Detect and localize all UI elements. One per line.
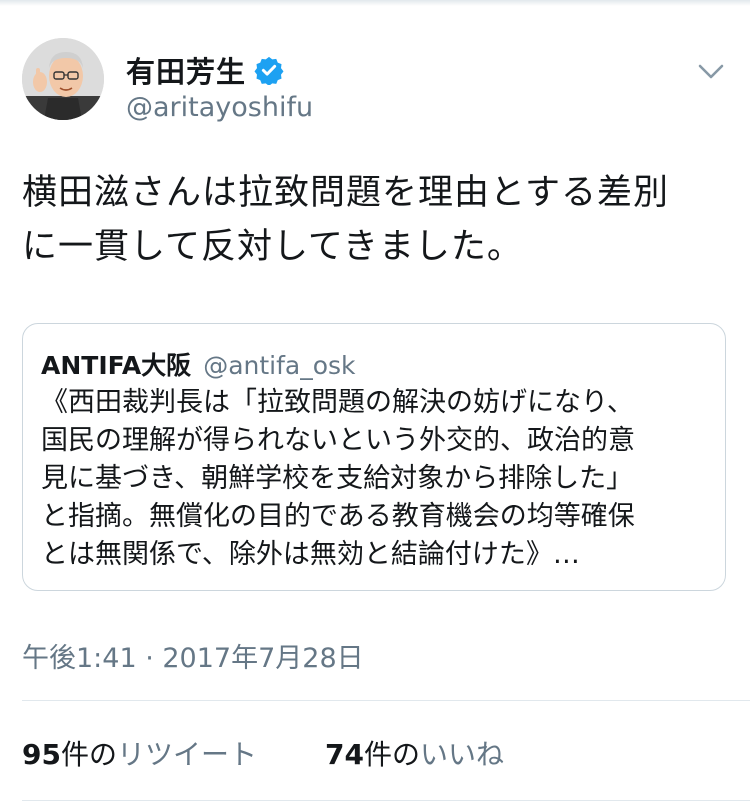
retweet-count-unit: 件の [60,738,117,771]
divider [22,800,750,801]
tweet-timestamp[interactable]: 午後1:41 · 2017年7月28日 [22,636,364,675]
like-count-unit: 件の [363,738,420,771]
quoted-text-line: 見に基づき、朝鮮学校を支給対象から排除した」 [41,463,634,494]
quoted-display-name: ANTIFA大阪 [41,351,192,380]
tweet-text-line: 横田滋さんは拉致問題を理由とする差別 [22,173,669,213]
quoted-text-line: とは無関係で、除外は無効と結論付けた》… [41,539,580,570]
divider [22,700,750,701]
quoted-tweet-text: 《西田裁判長は「拉致問題の解決の妨げになり、 国民の理解が得られないという外交的… [41,384,713,574]
like-count[interactable]: 74 件の いいね [325,733,504,773]
avatar[interactable] [22,38,104,120]
tweet-header: 有田芳生 @aritayoshifu [22,38,728,138]
tweet-text-line: に一貫して反対してきました。 [22,227,523,267]
top-separator [0,0,750,6]
quoted-text-line: と指摘。無償化の目的である教育機会の均等確保 [41,501,635,532]
chevron-down-icon[interactable] [696,56,726,86]
quoted-tweet-card[interactable]: ANTIFA大阪 @antifa_osk 《西田裁判長は「拉致問題の解決の妨げに… [22,323,726,591]
verified-badge-icon [254,56,284,85]
display-name[interactable]: 有田芳生 [126,49,246,91]
user-handle[interactable]: @aritayoshifu [126,92,313,123]
engagement-stats: 95 件の リツイート 74 件の いいね [22,733,572,773]
quoted-text-line: 国民の理解が得られないという外交的、政治的意 [41,425,635,456]
quoted-text-line: 《西田裁判長は「拉致問題の解決の妨げになり、 [41,387,634,418]
quoted-handle: @antifa_osk [203,351,356,380]
quoted-tweet-header: ANTIFA大阪 @antifa_osk [41,346,356,382]
like-label: いいね [419,738,504,771]
name-row: 有田芳生 [126,50,284,90]
retweet-count[interactable]: 95 件の リツイート [22,733,257,773]
retweet-count-value: 95 [22,738,61,771]
tweet-text: 横田滋さんは拉致問題を理由とする差別 に一貫して反対してきました。 [22,166,732,274]
retweet-label: リツイート [116,738,257,771]
like-count-value: 74 [325,738,364,771]
